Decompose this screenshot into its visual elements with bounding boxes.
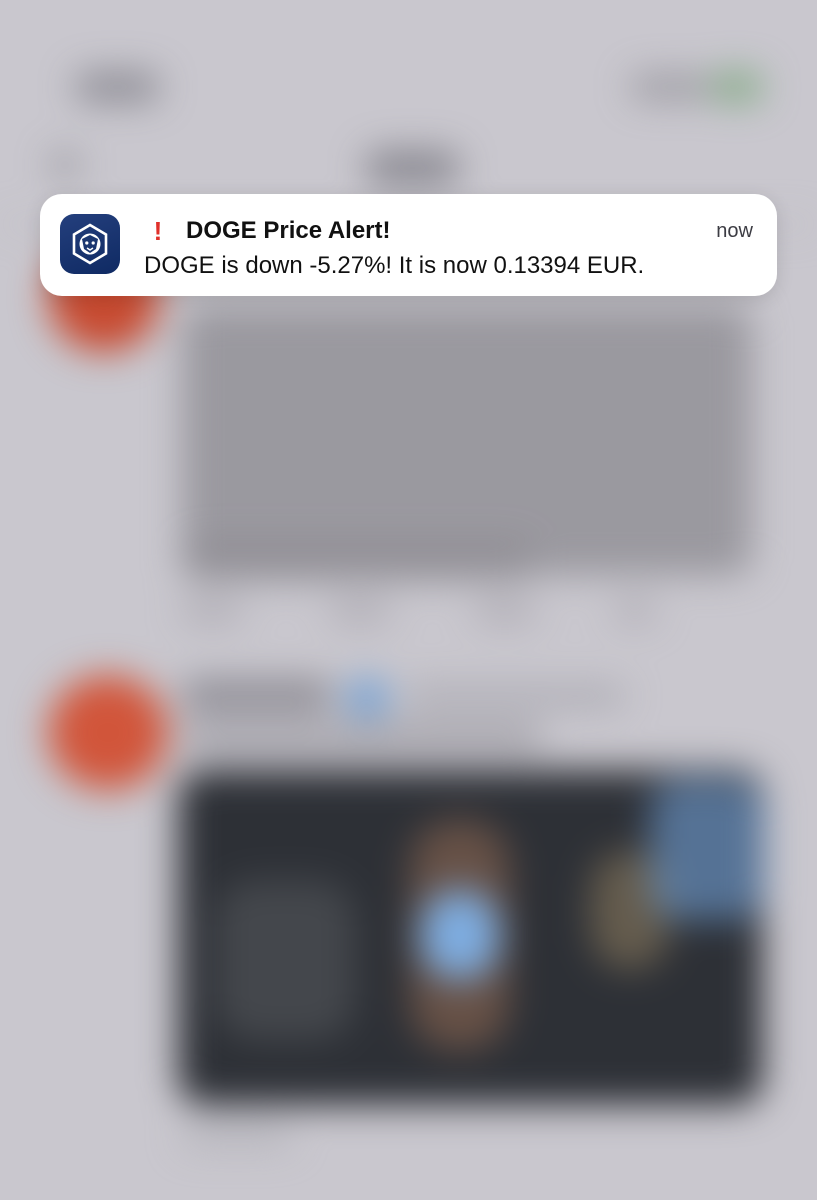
author-name-blur bbox=[182, 680, 332, 710]
notification-header: ! DOGE Price Alert! bbox=[146, 214, 391, 248]
share-icon bbox=[615, 600, 655, 622]
exclamation-icon: ! bbox=[153, 216, 163, 246]
avatar bbox=[48, 675, 168, 790]
like-icon bbox=[475, 600, 535, 622]
post-text-blur bbox=[182, 305, 752, 575]
notification-title: DOGE Price Alert! bbox=[186, 217, 391, 244]
nav-title-blur bbox=[365, 150, 460, 186]
media-light-blur bbox=[650, 780, 765, 920]
reply-icon bbox=[182, 600, 242, 622]
media-figure-blur bbox=[420, 890, 500, 980]
back-icon bbox=[50, 150, 80, 180]
notification-time: now bbox=[716, 220, 753, 242]
repost-icon bbox=[330, 600, 390, 622]
media-figure-blur bbox=[215, 880, 355, 1040]
status-bar-time-blur bbox=[75, 72, 160, 102]
notification-body: DOGE is down -5.27%! It is now 0.13394 E… bbox=[144, 252, 645, 279]
battery-icon bbox=[712, 72, 762, 102]
price-alert-notification[interactable]: ! DOGE Price Alert! now DOGE is down -5.… bbox=[40, 194, 777, 296]
post-text-blur bbox=[182, 540, 532, 580]
crypto-com-lion-icon bbox=[60, 214, 120, 274]
status-bar-signal-blur bbox=[630, 74, 710, 100]
blurred-background-app bbox=[0, 0, 817, 1200]
author-handle-blur bbox=[405, 685, 625, 707]
post-footer-blur bbox=[182, 1125, 292, 1147]
post-text-blur bbox=[182, 725, 542, 749]
verified-badge-icon bbox=[345, 678, 390, 718]
